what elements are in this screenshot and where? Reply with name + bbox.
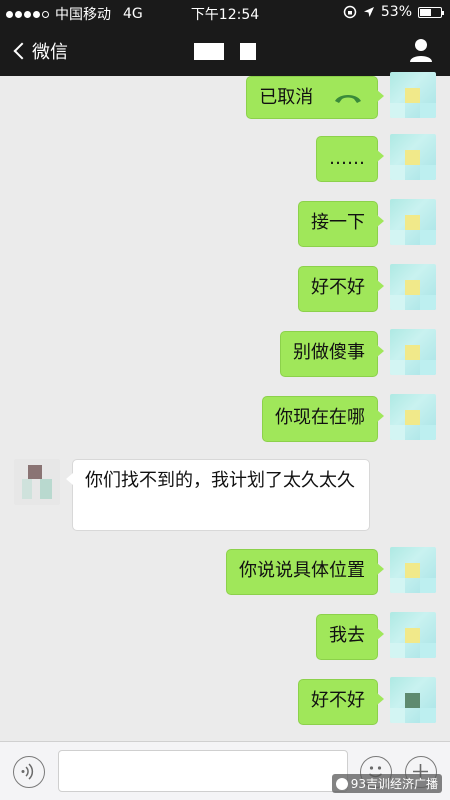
message-text: …… <box>329 148 365 169</box>
contact-avatar[interactable] <box>14 459 60 505</box>
my-avatar[interactable] <box>390 134 436 180</box>
message-bubble[interactable]: 好不好 <box>298 266 384 312</box>
message-bubble[interactable]: 接一下 <box>298 201 384 247</box>
back-button[interactable]: 微信 <box>10 38 68 64</box>
message-text: 接一下 <box>311 212 365 233</box>
my-avatar[interactable] <box>390 547 436 593</box>
input-bar: 93吉训经济广播 <box>0 741 450 800</box>
rotation-lock-icon <box>343 5 357 19</box>
phone-hangup-icon <box>335 95 361 103</box>
my-avatar[interactable] <box>390 612 436 658</box>
location-arrow-icon <box>363 7 374 17</box>
message-input[interactable] <box>58 750 348 792</box>
message-bubble[interactable]: 好不好 <box>298 679 384 725</box>
person-icon[interactable] <box>408 37 434 63</box>
status-icons: 53% <box>343 4 444 20</box>
my-avatar[interactable] <box>390 72 436 118</box>
my-avatar[interactable] <box>390 199 436 245</box>
message-bubble[interactable]: 别做傻事 <box>280 331 384 377</box>
message-bubble[interactable]: 你们找不到的，我计划了太久太久 <box>66 459 370 531</box>
chat-title-redacted <box>194 43 224 60</box>
message-text: 好不好 <box>311 277 365 298</box>
nav-bar: 微信 <box>0 26 450 76</box>
back-label: 微信 <box>32 42 68 63</box>
message-text: 好不好 <box>311 690 365 711</box>
my-avatar[interactable] <box>390 677 436 723</box>
message-bubble[interactable]: 已取消 <box>246 76 384 119</box>
message-bubble[interactable]: …… <box>316 136 384 182</box>
watermark: 93吉训经济广播 <box>331 774 442 793</box>
voice-button[interactable] <box>13 756 45 788</box>
message-text: 你现在在哪 <box>275 407 365 428</box>
my-avatar[interactable] <box>390 329 436 375</box>
my-avatar[interactable] <box>390 264 436 310</box>
battery-percent: 53% <box>380 4 412 20</box>
message-text: 已取消 <box>259 87 314 108</box>
voice-icon <box>21 763 34 780</box>
status-bar: 中国移动 4G 下午12:54 53% <box>0 0 450 26</box>
message-bubble[interactable]: 你现在在哪 <box>262 396 384 442</box>
message-bubble[interactable]: 你说说具体位置 <box>226 549 384 595</box>
chat-title-redacted <box>240 43 256 60</box>
message-text: 你们找不到的，我计划了太久太久 <box>85 470 355 491</box>
watermark-text: 93吉训经济广播 <box>350 777 438 791</box>
chat-area[interactable]: 已取消 …… 接一下 好不好 别做傻事 你现在在哪 你们找不到的，我计划了太久太… <box>0 72 450 741</box>
message-bubble[interactable]: 我去 <box>316 614 384 660</box>
message-text: 你说说具体位置 <box>239 560 365 581</box>
chevron-left-icon <box>13 42 31 60</box>
message-text: 别做傻事 <box>293 342 365 363</box>
watermark-icon <box>335 777 348 790</box>
battery-icon <box>418 6 444 18</box>
message-text: 我去 <box>329 625 365 646</box>
my-avatar[interactable] <box>390 394 436 440</box>
